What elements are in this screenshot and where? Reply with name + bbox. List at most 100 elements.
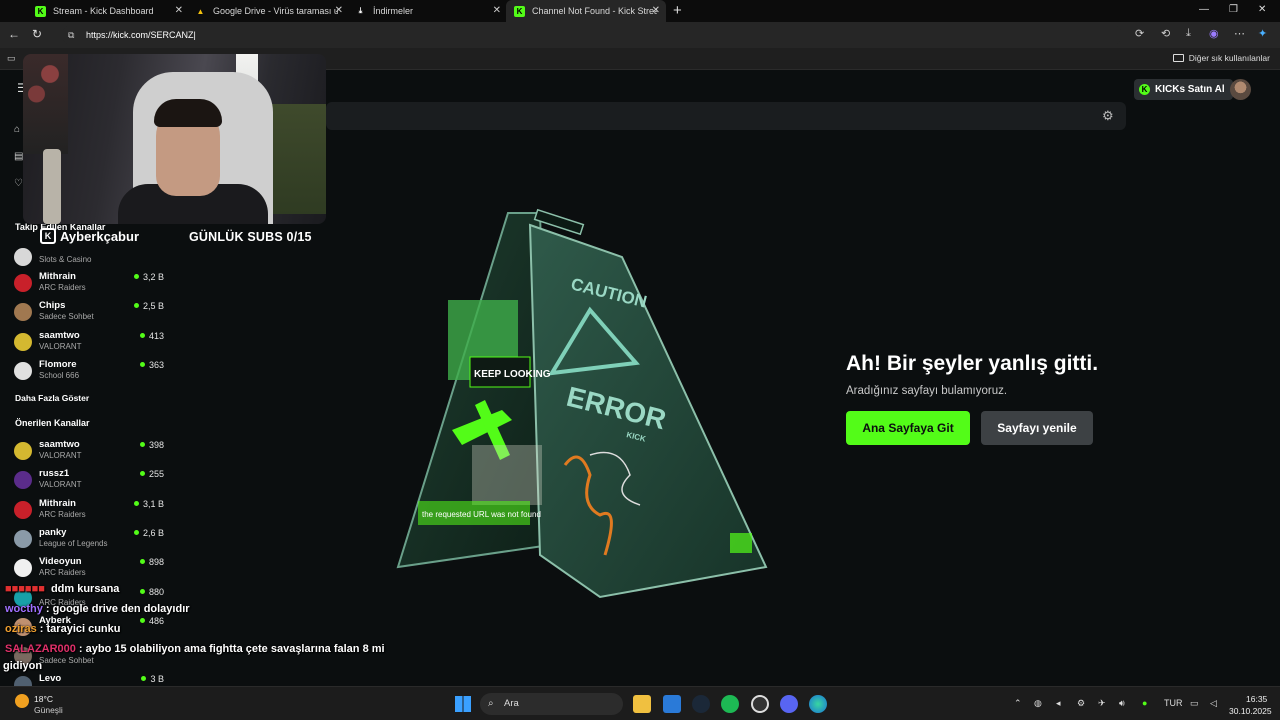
url-note-text: the requested URL was not found: [422, 510, 541, 519]
chat-user: SALAZAR000: [5, 643, 76, 655]
sidebar-channel-item[interactable]: russz1 VALORANT 255: [14, 467, 164, 493]
discord-icon[interactable]: [780, 695, 798, 713]
weather-temp[interactable]: 18°C: [34, 694, 53, 704]
channel-name: panky: [39, 527, 67, 538]
chat-message: wocthy: google drive den dolayıdır: [5, 603, 190, 615]
tab-downloads[interactable]: ⤓ İndirmeler ✕: [347, 0, 507, 22]
reload-icon[interactable]: ↻: [32, 27, 42, 41]
viewer-count: 3,2 B: [134, 272, 164, 282]
channel-category: ARC Raiders: [39, 510, 86, 519]
category-strip: [326, 102, 1126, 130]
sidebar-channel-item[interactable]: saamtwo VALORANT 398: [14, 438, 164, 464]
viewer-count: 255: [140, 469, 164, 479]
sidebar-channel-item[interactable]: Flomore School 666 363: [14, 358, 164, 384]
copilot-icon[interactable]: ✦: [1258, 27, 1267, 40]
tab-title: Stream - Kick Dashboard: [53, 6, 154, 16]
chat-user: wocthy: [5, 603, 43, 615]
new-tab-button[interactable]: +: [673, 2, 682, 19]
sidebar-channel-item[interactable]: Mithrain ARC Raiders 3,1 B: [14, 497, 164, 523]
buy-kicks-button[interactable]: K KICKs Satın Al: [1134, 79, 1233, 100]
tray-app-icon[interactable]: ◂: [1056, 698, 1061, 709]
show-more-link[interactable]: Daha Fazla Göster: [15, 393, 89, 403]
channel-avatar: [14, 559, 32, 577]
profile-icon[interactable]: ◉: [1209, 27, 1219, 40]
volume-icon[interactable]: 🔊︎: [1119, 698, 1125, 709]
viewer-count: 898: [140, 557, 164, 567]
chat-text: : tarayici cunku: [39, 623, 121, 635]
more-menu-icon[interactable]: ⋯: [1234, 27, 1245, 40]
channel-avatar: [14, 442, 32, 460]
viewer-count: 3 B: [141, 674, 164, 684]
home-icon[interactable]: ⌂: [14, 124, 20, 135]
history-icon[interactable]: ⟲: [1161, 27, 1170, 40]
sidebar-channel-item[interactable]: Slots & Casino: [14, 244, 164, 270]
streamer-badge: K Ayberkçabur: [40, 228, 139, 244]
refresh-page-button[interactable]: Sayfayı yenile: [981, 411, 1093, 445]
tab-channel-not-found[interactable]: K Channel Not Found - Kick Stream ✕: [506, 0, 666, 22]
keep-looking-text: KEEP LOOKING: [474, 369, 551, 380]
taskbar-search[interactable]: ⌕ Ara: [480, 693, 623, 715]
clock-date[interactable]: 30.10.2025: [1229, 706, 1272, 716]
minimize-icon[interactable]: —: [1199, 4, 1209, 15]
file-explorer-icon[interactable]: [633, 695, 651, 713]
settings-gear-icon[interactable]: ⚙: [1102, 108, 1114, 124]
store-icon[interactable]: [663, 695, 681, 713]
site-info-icon[interactable]: ⧉: [68, 25, 74, 45]
clock-time[interactable]: 16:35: [1246, 694, 1267, 704]
buy-kicks-label: KICKs Satın Al: [1155, 84, 1225, 95]
tray-app-icon[interactable]: ◍: [1034, 698, 1042, 709]
go-home-button[interactable]: Ana Sayfaya Git: [846, 411, 970, 445]
weather-desc[interactable]: Güneşli: [34, 705, 63, 715]
chat-text: ddm kursana: [50, 583, 120, 595]
search-label: Ara: [504, 698, 519, 709]
tray-steam-icon[interactable]: ✈: [1098, 698, 1106, 709]
channel-name: Mithrain: [39, 498, 76, 509]
chat-message: oziras: tarayici cunku: [5, 623, 121, 635]
maximize-icon[interactable]: ❐: [1229, 4, 1238, 15]
back-icon[interactable]: ←: [8, 27, 20, 41]
tab-google-drive[interactable]: ▲ Google Drive - Virüs taraması uyarısı …: [187, 0, 349, 22]
steam-icon[interactable]: [692, 695, 710, 713]
close-tab-icon[interactable]: ✕: [493, 5, 501, 16]
close-tab-icon[interactable]: ✕: [652, 5, 660, 16]
channel-category: Sadece Sohbet: [39, 312, 94, 321]
language-indicator[interactable]: TUR: [1164, 698, 1183, 708]
close-tab-icon[interactable]: ✕: [335, 5, 343, 16]
url-input[interactable]: ⧉ https://kick.com/SERCANZ|: [62, 25, 1122, 45]
weather-icon[interactable]: [15, 694, 29, 708]
microphone-icon[interactable]: ●: [1142, 698, 1147, 708]
viewer-count: 398: [140, 440, 164, 450]
google-drive-icon: ▲: [196, 6, 205, 16]
channel-category: ARC Raiders: [39, 283, 86, 292]
tab-kick-dashboard[interactable]: K Stream - Kick Dashboard ✕: [27, 0, 189, 22]
sidebar-channel-item[interactable]: Levo 3 B: [14, 672, 164, 686]
tray-app-icon[interactable]: ⚙: [1077, 698, 1085, 709]
caution-sign-illustration: CAUTION ERROR KICK KEEP LOOKING the requ…: [396, 208, 768, 599]
following-icon[interactable]: ♡: [14, 178, 23, 189]
sidebar-channel-item[interactable]: Chips Sadece Sohbet 2,5 B: [14, 299, 164, 325]
channel-name: Chips: [39, 300, 66, 311]
sidebar-channel-item[interactable]: panky League of Legends 2,6 B: [14, 526, 164, 552]
speaker-icon[interactable]: ◁: [1210, 698, 1217, 709]
close-tab-icon[interactable]: ✕: [175, 5, 183, 16]
obs-icon[interactable]: [751, 695, 769, 713]
close-window-icon[interactable]: ✕: [1258, 4, 1266, 15]
user-avatar[interactable]: [1230, 79, 1251, 100]
reading-list-icon[interactable]: ▭: [7, 53, 16, 64]
webcam-person-hair: [154, 99, 222, 127]
chat-text: : aybo 15 olabiliyon ama fightta çete sa…: [78, 643, 385, 655]
network-icon[interactable]: ▭: [1190, 698, 1199, 709]
tray-overflow-icon[interactable]: ⌃: [1014, 698, 1022, 709]
download-icon: ⤓: [358, 6, 363, 15]
spotify-icon[interactable]: [721, 695, 739, 713]
sidebar-channel-item[interactable]: Videoyun ARC Raiders 898: [14, 555, 164, 581]
extensions-icon[interactable]: ⟳: [1135, 27, 1144, 40]
other-favorites-folder[interactable]: Diğer sık kullanılanlar: [1172, 53, 1270, 63]
channel-name: Mithrain: [39, 271, 76, 282]
sidebar-channel-item[interactable]: Mithrain ARC Raiders 3,2 B: [14, 270, 164, 296]
downloads-icon[interactable]: ⤓: [1186, 27, 1191, 40]
edge-icon[interactable]: [809, 695, 827, 713]
start-icon[interactable]: [455, 696, 471, 712]
green-glow: [730, 533, 752, 553]
sidebar-channel-item[interactable]: saamtwo VALORANT 413: [14, 329, 164, 355]
